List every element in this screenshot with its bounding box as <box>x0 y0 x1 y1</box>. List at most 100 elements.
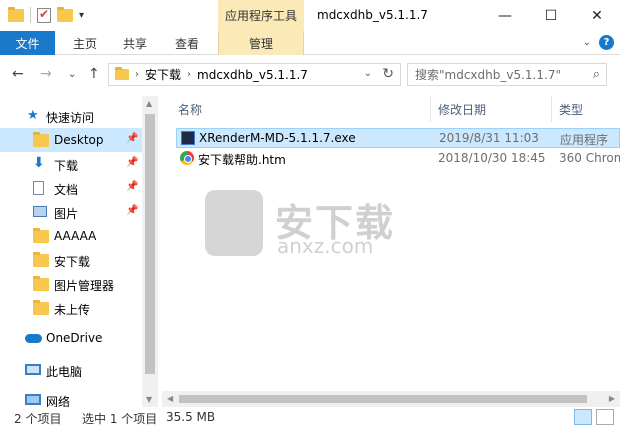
column-divider[interactable] <box>430 96 431 122</box>
sidebar-item-network[interactable]: 网络 <box>0 388 142 407</box>
document-icon <box>33 181 44 195</box>
search-input[interactable]: 搜索"mdcxdhb_v5.1.1.7" ⌕ <box>407 63 607 86</box>
pin-icon: 📌 <box>126 205 139 216</box>
folder-icon <box>33 276 49 291</box>
sidebar-item-onedrive[interactable]: OneDrive <box>0 326 142 350</box>
sidebar-item-quick-access[interactable]: ★ 快速访问 <box>0 104 142 128</box>
application-tools-tab[interactable]: 应用程序工具 <box>218 0 304 31</box>
breadcrumb-separator-icon[interactable]: › <box>135 69 139 80</box>
file-type: 应用程序 <box>560 133 609 147</box>
up-arrow-icon[interactable]: ↑ <box>88 66 100 82</box>
close-button[interactable]: ✕ <box>574 0 620 31</box>
properties-icon[interactable] <box>37 7 51 23</box>
scroll-left-arrow-icon[interactable]: ◀ <box>167 394 173 403</box>
details-view-button[interactable] <box>574 409 592 425</box>
large-icons-view-button[interactable] <box>596 409 614 425</box>
recent-locations-chevron-icon[interactable]: ⌄ <box>68 69 76 80</box>
pin-icon: 📌 <box>126 181 139 192</box>
window-controls: — ☐ ✕ <box>482 0 620 31</box>
sidebar-item-not-uploaded[interactable]: 未上传 <box>0 296 142 320</box>
breadcrumb-item[interactable]: mdcxdhb_v5.1.1.7 <box>197 68 308 82</box>
folder-icon <box>115 67 129 80</box>
expand-ribbon-chevron-icon[interactable]: ⌄ <box>583 37 591 48</box>
scroll-right-arrow-icon[interactable]: ▶ <box>609 394 615 403</box>
status-bar: 2 个项目 选中 1 个项目 35.5 MB <box>0 407 620 428</box>
scrollbar-thumb[interactable] <box>179 395 587 403</box>
cloud-icon <box>25 334 42 343</box>
ribbon-right-controls: ⌄ ? <box>583 35 614 50</box>
navigation-pane: ★ 快速访问 Desktop 📌 ⬇ 下载 📌 文档 📌 图片 📌 AAAAA … <box>0 96 158 407</box>
pin-icon: 📌 <box>126 133 139 144</box>
file-name: XRenderM-MD-5.1.1.7.exe <box>199 131 356 145</box>
tab-view[interactable]: 查看 <box>164 31 210 55</box>
exe-icon <box>181 131 195 145</box>
tab-file[interactable]: 文件 <box>0 31 55 55</box>
sidebar-item-label: 快速访问 <box>46 111 95 125</box>
search-icon: ⌕ <box>592 67 600 82</box>
watermark: 安下载 anxz.com <box>205 190 435 260</box>
maximize-button[interactable]: ☐ <box>528 0 574 31</box>
file-row[interactable]: 安下载帮助.htm 2018/10/30 18:45 360 Chrome <box>176 149 620 169</box>
address-row: ← → ⌄ ↑ › 安下载 › mdcxdhb_v5.1.1.7 ⌄ ↻ 搜索"… <box>0 58 620 92</box>
window-title: mdcxdhb_v5.1.1.7 <box>317 8 428 22</box>
sidebar-item-anxiazai[interactable]: 安下载 <box>0 248 142 272</box>
folder-icon <box>8 6 24 22</box>
breadcrumb-item[interactable]: 安下载 <box>145 66 181 83</box>
sidebar-item-this-pc[interactable]: 此电脑 <box>0 358 142 382</box>
selection-count: 选中 1 个项目 <box>82 412 158 426</box>
scroll-down-arrow-icon[interactable]: ▼ <box>146 395 152 404</box>
forward-arrow-icon[interactable]: → <box>40 66 52 82</box>
sidebar-item-label: 此电脑 <box>46 365 83 379</box>
view-switcher <box>574 409 614 425</box>
sidebar-item-desktop[interactable]: Desktop 📌 <box>0 128 142 152</box>
refresh-icon[interactable]: ↻ <box>382 66 394 82</box>
column-header-type[interactable]: 类型 <box>559 96 583 122</box>
back-arrow-icon[interactable]: ← <box>12 66 24 82</box>
folder-icon <box>33 132 49 147</box>
tab-manage[interactable]: 管理 <box>218 31 304 55</box>
sidebar-item-picture-manager[interactable]: 图片管理器 <box>0 272 142 296</box>
scrollbar-thumb[interactable] <box>145 114 155 374</box>
sidebar-item-downloads[interactable]: ⬇ 下载 📌 <box>0 152 142 176</box>
address-bar[interactable]: › 安下载 › mdcxdhb_v5.1.1.7 ⌄ ↻ <box>108 63 401 86</box>
breadcrumb-separator-icon[interactable]: › <box>187 69 191 80</box>
sidebar-item-documents[interactable]: 文档 📌 <box>0 176 142 200</box>
item-count: 2 个项目 <box>14 412 62 426</box>
file-row[interactable]: XRenderM-MD-5.1.1.7.exe 2019/8/31 11:03 … <box>176 128 620 148</box>
search-placeholder: 搜索"mdcxdhb_v5.1.1.7" <box>415 68 561 82</box>
watermark-shield-icon <box>205 190 263 256</box>
help-icon[interactable]: ? <box>599 35 614 50</box>
network-icon <box>25 394 41 405</box>
sidebar-item-label: 文档 <box>54 183 79 197</box>
sidebar-item-label: 网络 <box>46 395 71 407</box>
htm-icon <box>180 151 194 165</box>
sidebar-item-label: 安下载 <box>54 255 91 269</box>
sidebar-scrollbar[interactable]: ▲ ▼ <box>142 96 158 407</box>
column-header-date[interactable]: 修改日期 <box>438 96 486 122</box>
folder-icon <box>33 228 49 243</box>
file-date: 2019/8/31 11:03 <box>439 131 539 145</box>
download-icon: ⬇ <box>33 155 45 171</box>
column-header-name[interactable]: 名称 <box>178 96 202 122</box>
address-dropdown-chevron-icon[interactable]: ⌄ <box>364 68 372 79</box>
star-icon: ★ <box>27 108 39 123</box>
column-divider[interactable] <box>551 96 552 122</box>
customize-toolbar-chevron-icon[interactable]: ▾ <box>79 10 84 21</box>
sidebar-item-pictures[interactable]: 图片 📌 <box>0 200 142 224</box>
computer-icon <box>25 364 41 375</box>
selection-size: 35.5 MB <box>166 410 216 424</box>
folder-icon <box>33 300 49 315</box>
tab-home[interactable]: 主页 <box>62 31 108 55</box>
minimize-button[interactable]: — <box>482 0 528 31</box>
scroll-up-arrow-icon[interactable]: ▲ <box>146 99 152 108</box>
new-folder-icon[interactable] <box>57 6 73 22</box>
horizontal-scrollbar[interactable]: ◀ ▶ <box>162 391 620 407</box>
folder-icon <box>33 252 49 267</box>
sidebar-item-label: 下载 <box>54 159 79 173</box>
sidebar-item-label: OneDrive <box>46 331 103 345</box>
pin-icon: 📌 <box>126 157 139 168</box>
sidebar-item-aaaaa[interactable]: AAAAA <box>0 224 142 248</box>
title-bar: ▾ 应用程序工具 mdcxdhb_v5.1.1.7 — ☐ ✕ <box>0 0 620 31</box>
sidebar-item-label: Desktop <box>54 133 104 147</box>
tab-share[interactable]: 共享 <box>112 31 158 55</box>
